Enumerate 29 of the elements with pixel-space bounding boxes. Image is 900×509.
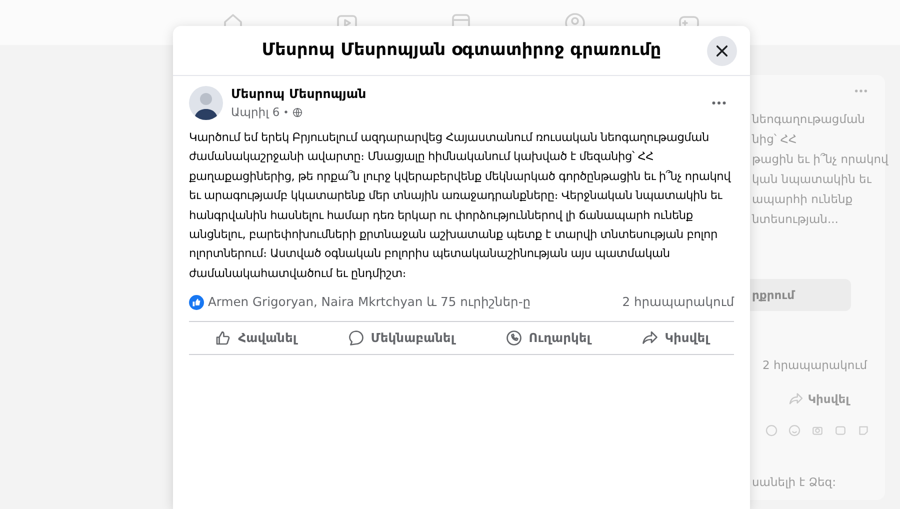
chat-phone-icon bbox=[504, 329, 523, 348]
share-arrow-icon bbox=[788, 391, 804, 407]
emoji-icon[interactable] bbox=[764, 423, 779, 438]
reaction-names[interactable]: Armen Grigoryan, Naira Mkrtchyan և 75 ուրիշներ-ը bbox=[208, 293, 531, 312]
close-button[interactable] bbox=[707, 36, 737, 66]
post-text-line: նեոգաղութացման bbox=[752, 111, 866, 128]
comment-button[interactable]: Մեկնաբանել bbox=[338, 325, 463, 352]
post-text-line: ապարհի ունենք bbox=[752, 191, 854, 208]
separator-dot-icon bbox=[284, 110, 288, 114]
post-text-line: նից՝ ՀՀ bbox=[752, 131, 798, 148]
post-text-line: կան նպատակին եւ bbox=[752, 171, 872, 188]
post-text: Կարծում եմ երեկ Բրյուսելում ազդարարվեց Հայաստանում ռուսական նեոգաղութացման ժամանակաշրջանի ավարտը։ Մնացյալը հիմնականում կախված է մեզանից՝ ՀՀ քաղաքացիներից, թե որքա՞ն լուրջ կվերաբերվենք մեկնարկած գործընթացին եւ ի՞նչ որակով եւ արագությամբ կկատարենք մեր տնային առաջադրանքները։ Վերջնական նպատակին եւ հանգրվանին հասնելու համար դեռ երկար ու փորձություններով լի ճանապարհ ունենք անցնելու, բարեփոխումների քրտնաջան աշխատանք պետք է տարվի տնտեսության բոլոր ոլորտներում։ Աստված օգնական բոլորիս պետականաշինության այս պատմական ժամանակահատվածում եւ ընդմիշտ։ bbox=[189, 129, 732, 282]
smiley-icon[interactable] bbox=[787, 423, 802, 438]
shares-count[interactable]: 2 հրապարակում bbox=[622, 293, 734, 312]
close-icon bbox=[714, 43, 730, 59]
post-date[interactable]: Ապրիլ 6 bbox=[231, 104, 280, 121]
like-button[interactable]: Հավանել bbox=[206, 325, 305, 352]
author-name[interactable]: Մեսրոպ Մեսրոպյան bbox=[231, 85, 702, 104]
privacy-note: սանելի է Ձեզ: bbox=[752, 474, 837, 491]
avatar[interactable] bbox=[189, 86, 223, 120]
speech-bubble-icon bbox=[346, 329, 365, 348]
like-reaction-icon bbox=[189, 294, 204, 310]
share-button[interactable]: Կիսվել bbox=[632, 325, 717, 352]
dialog-title: Մեսրոպ Մեսրոպյան օգտատիրոջ գրառումը bbox=[262, 38, 662, 62]
thumbs-up-icon bbox=[214, 329, 232, 348]
send-button[interactable]: Ուղարկել bbox=[496, 325, 599, 352]
shares-count: 2 հրապարակում bbox=[761, 357, 868, 374]
post-text-line: նտեսության... bbox=[752, 211, 840, 228]
globe-icon bbox=[292, 106, 303, 118]
